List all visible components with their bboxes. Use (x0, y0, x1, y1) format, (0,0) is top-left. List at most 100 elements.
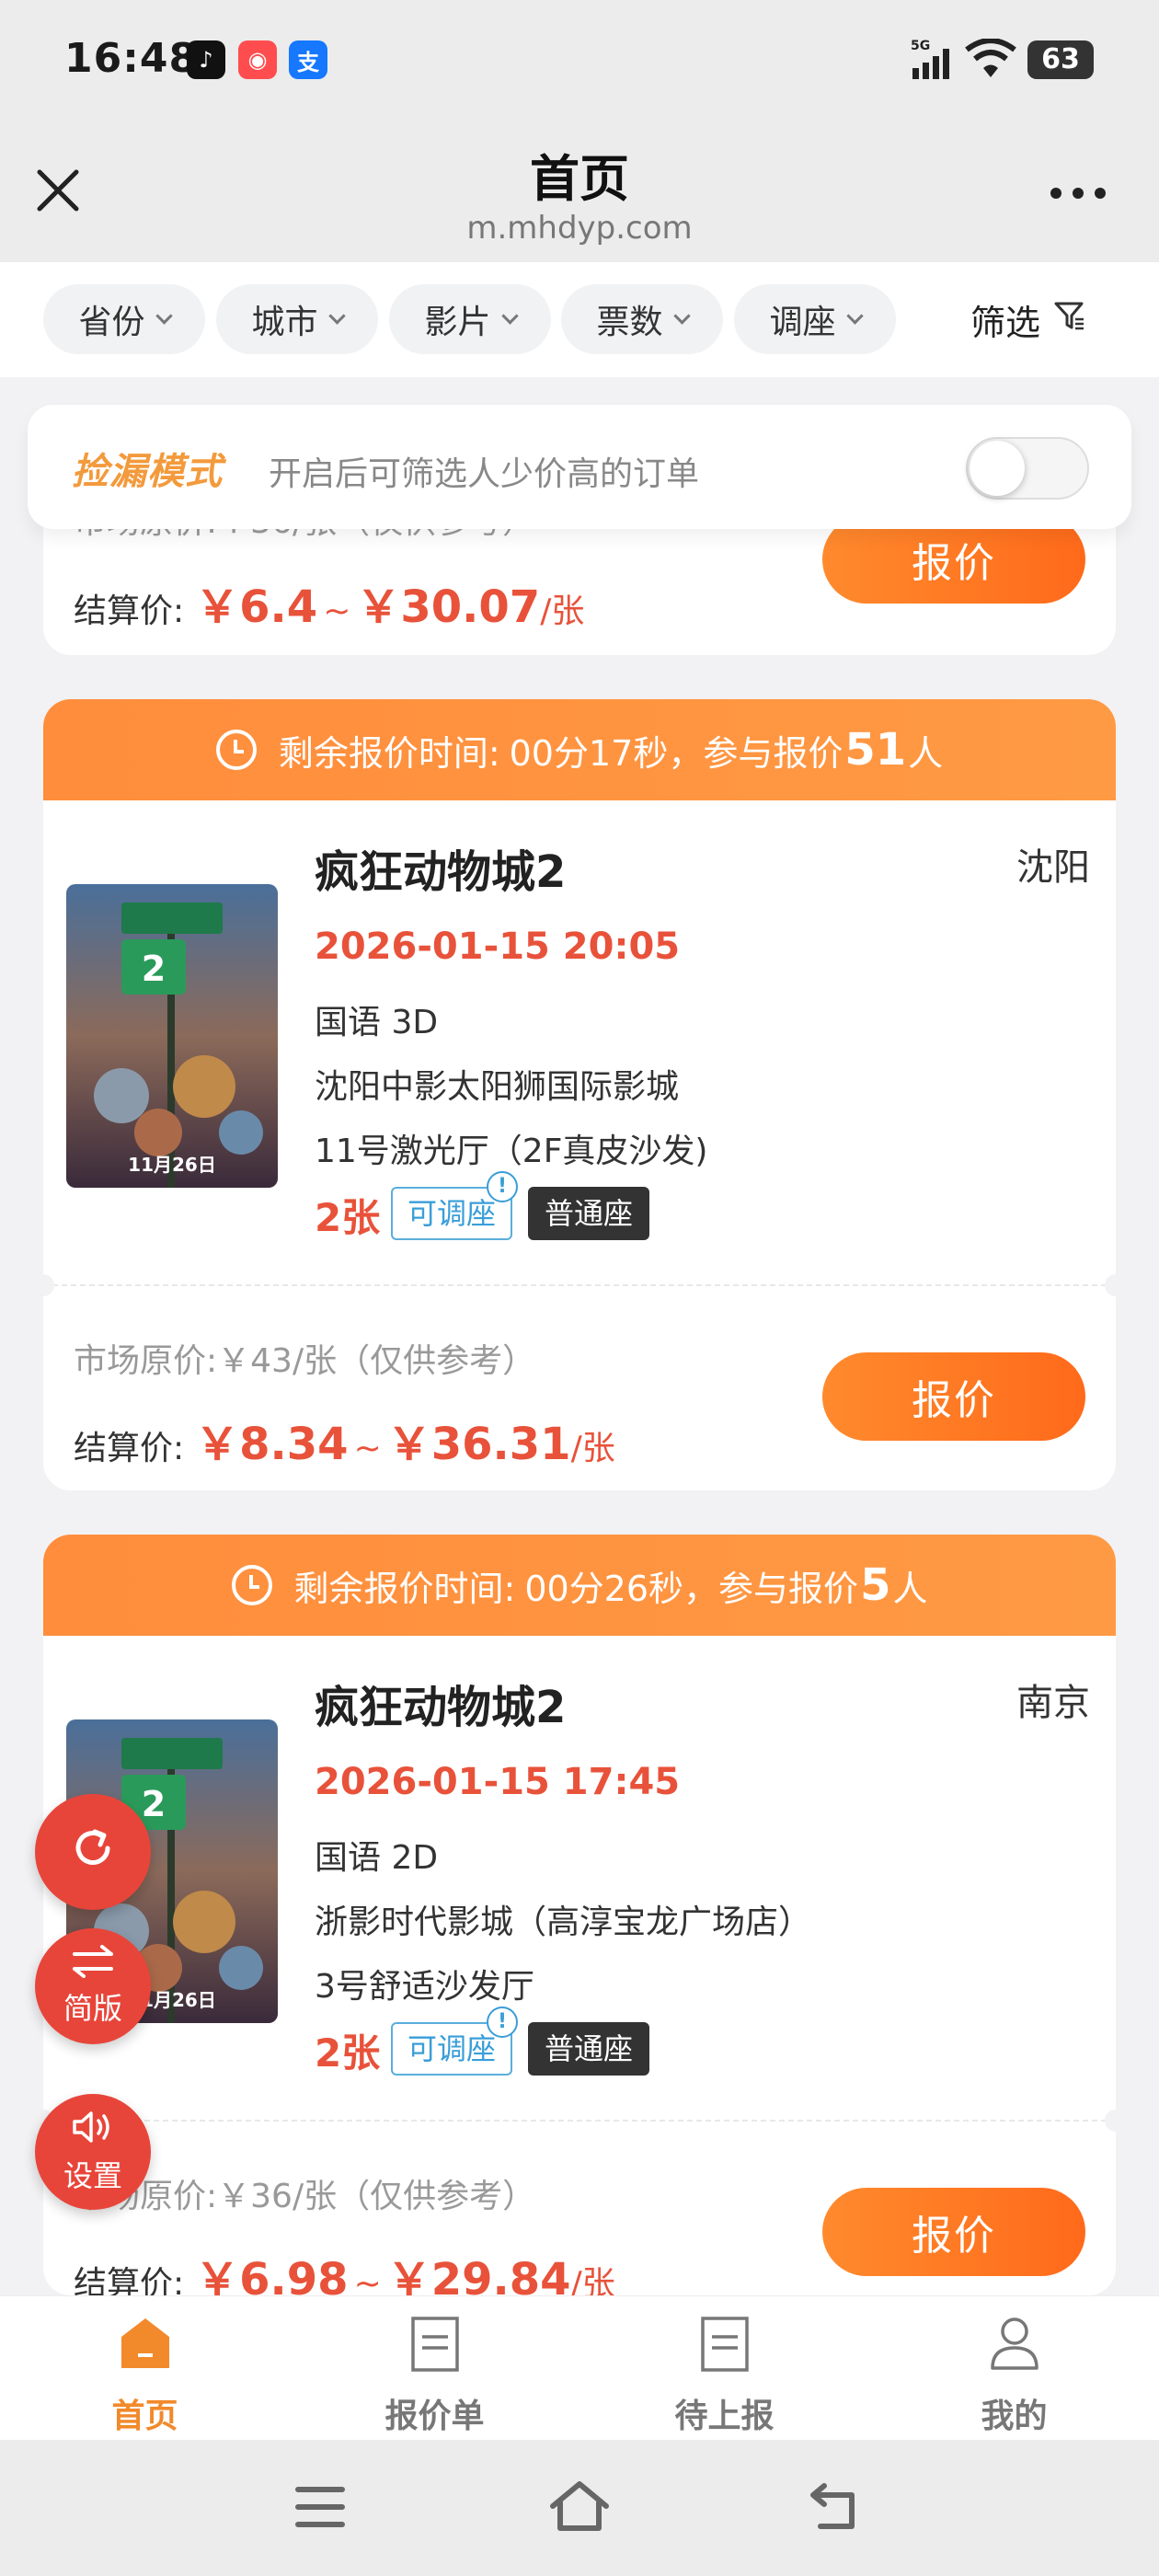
user-icon (987, 2315, 1042, 2380)
divider (43, 2120, 1116, 2122)
filter-button[interactable]: 筛选 (970, 294, 1086, 345)
card-timer-header: 剩余报价时间: 00分26秒 ，参与报价 5 人 (43, 1535, 1116, 1636)
participants-prefix: ，参与报价 (683, 1568, 859, 1609)
page-url: m.mhdyp.com (466, 210, 693, 247)
divider (43, 1284, 1116, 1286)
page-title: 首页 (530, 150, 629, 208)
funnel-icon (1053, 299, 1086, 340)
filter-province[interactable]: 省份 (43, 284, 205, 354)
douyin-icon: ♪ (187, 40, 225, 79)
order-card: 剩余报价时间: 00分26秒 ，参与报价 5 人 2 11月26日 疯狂动物城2… (43, 1535, 1116, 2295)
home-icon (118, 2315, 173, 2380)
tab-label: 报价单 (384, 2398, 485, 2435)
loophole-mode-toggle[interactable] (966, 437, 1089, 500)
tab-quotes[interactable]: 报价单 (290, 2315, 580, 2437)
status-time: 16:48 (64, 35, 199, 82)
kuaishou-icon: ◉ (238, 40, 277, 79)
svg-text:5G: 5G (911, 39, 930, 53)
participants-suffix: 人 (908, 732, 944, 774)
settle-label: 结算价: (74, 1430, 185, 1467)
chevron-down-icon (845, 307, 864, 325)
price-low: ￥6.98 (195, 2254, 349, 2295)
wifi-icon (964, 38, 1017, 83)
simple-mode-label: 简版 (63, 1991, 122, 2026)
filter-label: 城市 (251, 304, 318, 341)
timer-value: 00分26秒 (524, 1568, 684, 1609)
clock-icon (231, 1565, 272, 1605)
info-icon[interactable]: ! (487, 2007, 518, 2038)
chevron-down-icon (155, 307, 173, 325)
system-nav-bar (0, 2440, 1159, 2576)
home-nav-icon[interactable] (547, 2478, 612, 2537)
more-icon[interactable] (1049, 184, 1107, 202)
movie-poster: 2 11月26日 (66, 884, 278, 1188)
price-high: ￥36.31 (386, 1419, 571, 1470)
tab-label: 我的 (981, 2398, 1048, 2435)
quote-button[interactable]: 报价 (822, 2188, 1085, 2276)
seat-type-tag: 普通座 (528, 1187, 650, 1240)
tab-mine[interactable]: 我的 (869, 2315, 1159, 2437)
cinema-name: 浙影时代影城（高淳宝龙广场店） (315, 1903, 812, 1941)
cinema-name: 沈阳中影太阳狮国际影城 (315, 1068, 680, 1106)
timer-prefix: 剩余报价时间: (278, 732, 500, 774)
filter-seat-adjust[interactable]: 调座 (734, 284, 896, 354)
filter-movie[interactable]: 影片 (389, 284, 551, 354)
timer-value: 00分17秒 (509, 732, 669, 774)
document-icon (407, 2315, 463, 2380)
settle-price: 结算价: ￥8.34 ~ ￥36.31 /张 (74, 1408, 615, 1472)
swap-icon (71, 1945, 115, 1985)
filter-tickets[interactable]: 票数 (561, 284, 723, 354)
price-low: ￥6.4 (195, 581, 318, 633)
price-unit: /张 (570, 2265, 615, 2295)
refresh-button[interactable] (35, 1794, 151, 1910)
price-unit: /张 (540, 592, 585, 630)
settings-button[interactable]: 设置 (35, 2094, 151, 2210)
price-high: ￥29.84 (386, 2254, 571, 2295)
bottom-tab-bar: 首页 报价单 待上报 我的 (0, 2295, 1159, 2440)
filter-label: 票数 (596, 304, 663, 341)
loophole-mode-banner: 捡漏模式 开启后可筛选人少价高的订单 (28, 405, 1131, 529)
settle-price: 结算价: ￥6.4 ~ ￥30.07 /张 (74, 570, 584, 635)
signal-icon: 5G (911, 37, 962, 85)
price-separator: ~ (323, 592, 351, 630)
tab-home[interactable]: 首页 (0, 2315, 290, 2437)
price-separator: ~ (353, 2265, 382, 2295)
back-icon[interactable] (808, 2480, 863, 2536)
tab-label: 待上报 (674, 2398, 775, 2435)
price-unit: /张 (570, 1430, 615, 1467)
filter-button-label: 筛选 (970, 303, 1041, 343)
order-card: 剩余报价时间: 00分17秒 ，参与报价 51 人 2 11月26日 疯狂动物城… (43, 699, 1116, 1490)
movie-title: 疯狂动物城2 (315, 1682, 567, 1733)
hall-name: 11号激光厅（2F真皮沙发) (315, 1133, 708, 1170)
menu-icon[interactable] (294, 2484, 346, 2534)
filter-city[interactable]: 城市 (216, 284, 378, 354)
chevron-down-icon (500, 307, 519, 325)
seat-type-tag: 普通座 (528, 2022, 650, 2076)
poster-date: 11月26日 (128, 1154, 216, 1176)
card-timer-header: 剩余报价时间: 00分17秒 ，参与报价 51 人 (43, 699, 1116, 800)
svg-text:2: 2 (142, 949, 166, 989)
tab-pending[interactable]: 待上报 (580, 2315, 869, 2437)
info-icon[interactable]: ! (487, 1171, 518, 1202)
timer-prefix: 剩余报价时间: (293, 1568, 516, 1609)
ticket-count: 2张 (315, 1195, 381, 1240)
tab-label: 首页 (111, 2398, 178, 2435)
market-price: 市场原价:￥43/张（仅供参考） (74, 1342, 536, 1380)
card-notch (1105, 1274, 1116, 1296)
price-low: ￥8.34 (195, 1419, 349, 1470)
participants-count: 51 (844, 724, 907, 776)
card-notch (43, 1274, 54, 1296)
svg-text:2: 2 (142, 1784, 166, 1824)
price-high: ￥30.07 (356, 581, 541, 633)
language-format: 国语 3D (315, 1004, 439, 1041)
showtime: 2026-01-15 20:05 (315, 926, 681, 968)
participants-prefix: ，参与报价 (668, 732, 843, 774)
toggle-knob (970, 441, 1025, 496)
language-format: 国语 2D (315, 1839, 439, 1877)
chevron-down-icon (327, 307, 346, 325)
quote-button[interactable]: 报价 (822, 1352, 1085, 1441)
participants-count: 5 (860, 1559, 891, 1611)
city: 南京 (1016, 1682, 1090, 1724)
card-notch (1105, 2110, 1116, 2132)
simple-mode-button[interactable]: 简版 (35, 1928, 151, 2044)
